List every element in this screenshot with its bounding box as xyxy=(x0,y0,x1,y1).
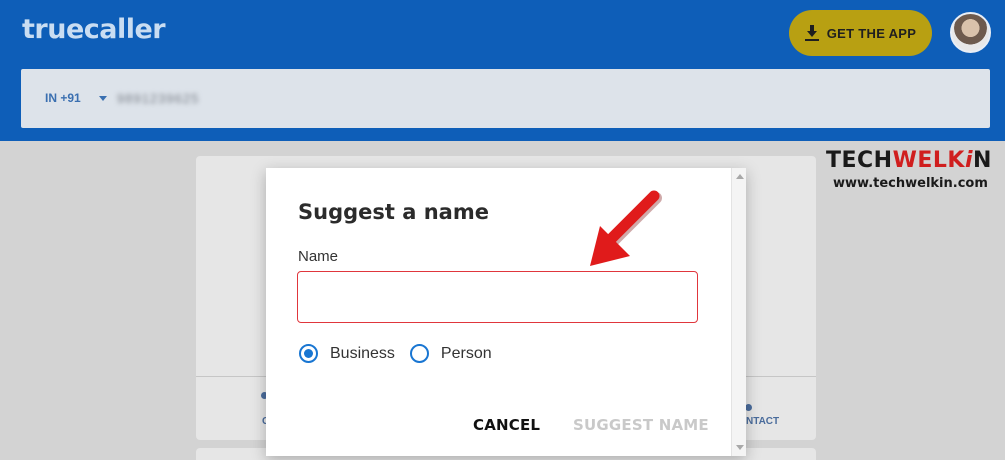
watermark-brand-dark: TECH xyxy=(826,148,893,173)
scroll-up-icon[interactable] xyxy=(736,174,744,179)
red-arrow-icon xyxy=(590,190,662,266)
card-action-save-contact[interactable]: NTACT xyxy=(746,416,779,427)
watermark-url: www.techwelkin.com xyxy=(833,176,988,191)
download-icon xyxy=(804,25,819,41)
chevron-down-icon[interactable] xyxy=(99,96,107,101)
watermark-logo: TECHWELKiN xyxy=(826,148,992,173)
get-the-app-button[interactable]: GET THE APP xyxy=(789,10,932,56)
watermark-brand-i: i xyxy=(964,148,974,173)
type-radio-group: Business Person xyxy=(299,344,507,363)
top-header: truecaller GET THE APP IN +91 9891239625 xyxy=(0,0,1005,141)
watermark-brand-n: N xyxy=(973,148,992,173)
radio-option-person[interactable]: Person xyxy=(409,344,492,363)
radio-business-label: Business xyxy=(330,344,395,362)
radio-business[interactable] xyxy=(299,344,318,363)
radio-option-business[interactable]: Business xyxy=(299,344,395,363)
scroll-down-icon[interactable] xyxy=(736,445,744,450)
radio-selected-dot xyxy=(304,349,313,358)
cancel-button[interactable]: CANCEL xyxy=(473,416,540,434)
radio-person[interactable] xyxy=(409,344,429,363)
suggest-name-button[interactable]: SUGGEST NAME xyxy=(573,416,709,434)
name-field-label: Name xyxy=(298,248,339,265)
suggest-name-dialog: Suggest a name Name Business Person CANC… xyxy=(266,168,746,456)
get-the-app-label: GET THE APP xyxy=(826,25,917,41)
dialog-title: Suggest a name xyxy=(298,200,489,224)
save-contact-icon[interactable] xyxy=(745,404,752,411)
country-code-selector[interactable]: IN +91 xyxy=(45,91,81,105)
truecaller-logo[interactable]: truecaller xyxy=(22,14,166,45)
name-input[interactable] xyxy=(297,271,698,323)
dialog-scrollbar[interactable] xyxy=(731,168,746,456)
user-avatar[interactable] xyxy=(950,12,991,53)
watermark-brand-red: WELK xyxy=(892,148,965,173)
radio-person-label: Person xyxy=(440,344,492,362)
phone-search-panel: IN +91 9891239625 xyxy=(21,69,990,128)
phone-number-value[interactable]: 9891239625 xyxy=(117,91,199,106)
